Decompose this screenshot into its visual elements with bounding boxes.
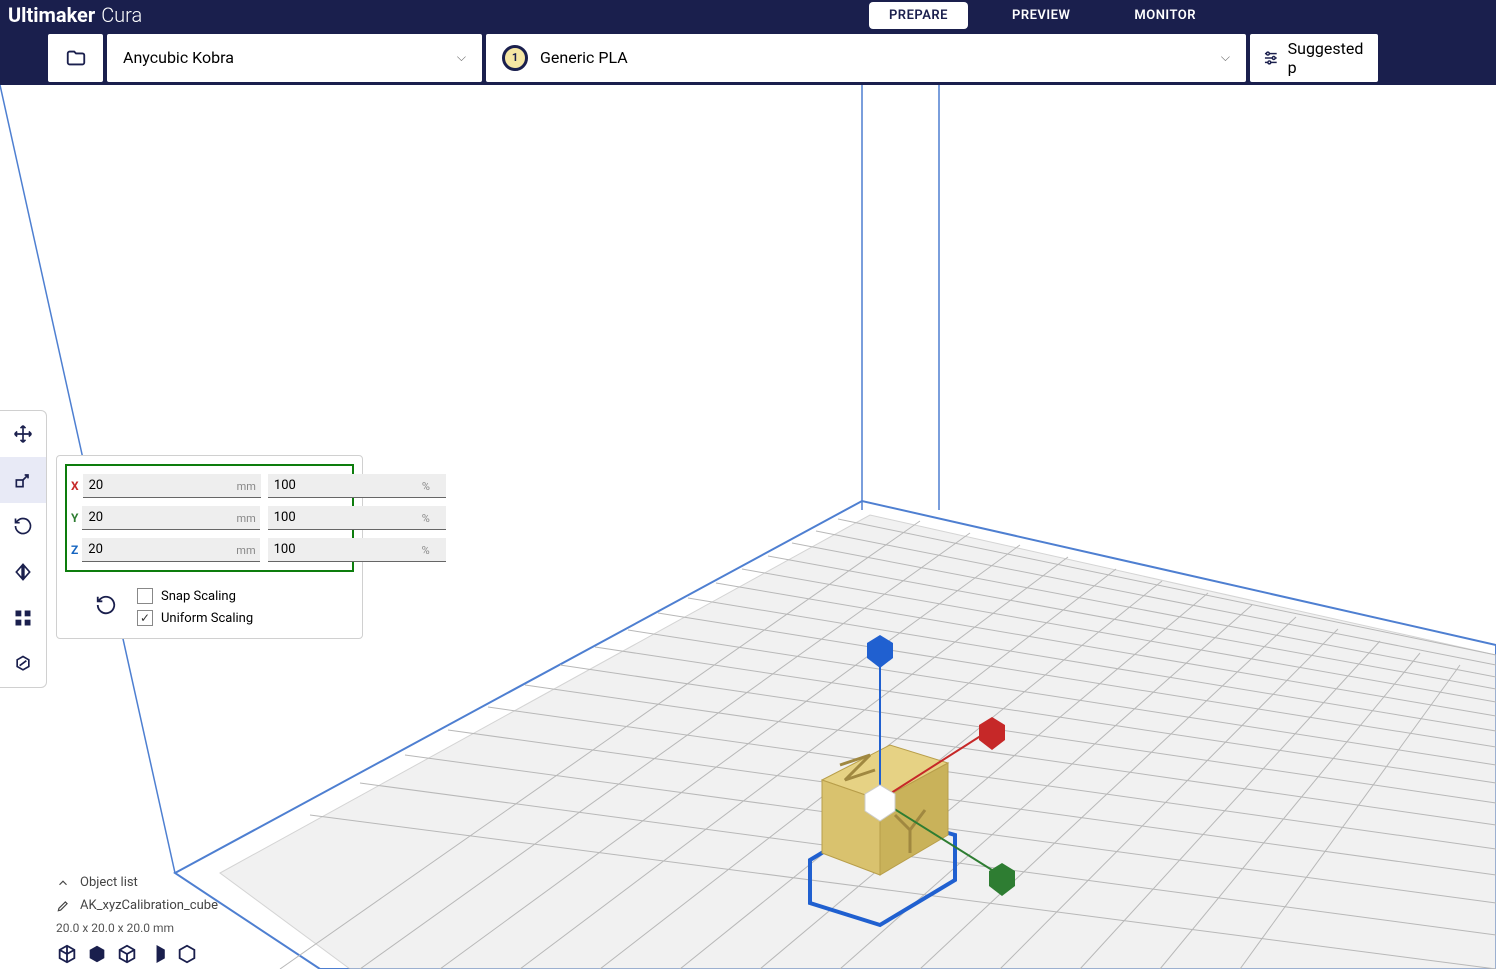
print-settings-dropdown[interactable]: Suggested p	[1250, 34, 1378, 82]
folder-icon	[65, 47, 87, 69]
object-dimensions: 20.0 x 20.0 x 20.0 mm	[56, 917, 218, 939]
viewport-3d[interactable]: X mm % Y mm % Z mm %	[0, 85, 1496, 969]
uniform-scaling-label: Uniform Scaling	[161, 611, 253, 626]
unit-mm: mm	[237, 480, 256, 493]
view-cube-4-icon[interactable]	[146, 943, 168, 965]
scale-z-mm-input[interactable]	[82, 538, 260, 562]
sliders-icon	[1262, 48, 1280, 68]
tab-prepare[interactable]: PREPARE	[869, 2, 968, 29]
transform-toolbar	[0, 410, 47, 688]
uniform-scaling-checkbox[interactable]	[137, 610, 153, 626]
scale-panel: X mm % Y mm % Z mm %	[56, 455, 363, 639]
view-cube-3-icon[interactable]	[116, 943, 138, 965]
snap-scaling-checkbox[interactable]	[137, 588, 153, 604]
uniform-scaling-option[interactable]: Uniform Scaling	[137, 610, 253, 626]
main-toolbar: Anycubic Kobra ⌵ 1 Generic PLA ⌵ Suggest…	[0, 30, 1496, 85]
unit-pct: %	[422, 480, 430, 493]
object-list-item[interactable]: AK_xyzCalibration_cube	[56, 894, 218, 917]
scale-y-percent-input[interactable]	[268, 506, 446, 530]
move-tool[interactable]	[0, 411, 46, 457]
material-dropdown[interactable]: 1 Generic PLA ⌵	[486, 34, 1246, 82]
object-info-panel: Object list AK_xyzCalibration_cube 20.0 …	[56, 871, 218, 939]
object-name: AK_xyzCalibration_cube	[80, 898, 218, 913]
view-icons-row	[56, 943, 198, 965]
snap-scaling-option[interactable]: Snap Scaling	[137, 588, 253, 604]
build-plate-grid	[220, 515, 1496, 969]
printer-name: Anycubic Kobra	[123, 48, 234, 67]
stage-tabs: PREPARE PREVIEW MONITOR	[869, 2, 1216, 29]
scale-z-percent-input[interactable]	[268, 538, 446, 562]
profile-label: Suggested p	[1288, 39, 1366, 77]
product-name: Cura	[101, 3, 142, 27]
unit-mm: mm	[236, 544, 255, 557]
reset-icon	[95, 594, 117, 616]
object-list-toggle[interactable]: Object list	[56, 871, 218, 894]
open-file-button[interactable]	[48, 34, 103, 82]
scale-tool[interactable]	[0, 457, 46, 503]
chevron-down-icon: ⌵	[457, 50, 466, 65]
extruder-badge: 1	[502, 45, 528, 71]
tab-monitor[interactable]: MONITOR	[1114, 2, 1216, 29]
view-cube-2-icon[interactable]	[86, 943, 108, 965]
mirror-tool[interactable]	[0, 549, 46, 595]
support-blocker-tool[interactable]	[0, 641, 46, 687]
view-cube-5-icon[interactable]	[176, 943, 198, 965]
scale-inputs-group: X mm % Y mm % Z mm %	[65, 464, 354, 572]
scale-row-y: Y mm %	[71, 502, 348, 534]
pencil-icon	[56, 899, 70, 913]
scale-x-percent-input[interactable]	[268, 474, 446, 498]
unit-pct: %	[422, 512, 430, 525]
chevron-down-icon: ⌵	[1221, 50, 1230, 65]
view-cube-1-icon[interactable]	[56, 943, 78, 965]
scale-row-x: X mm %	[71, 470, 348, 502]
app-logo: Ultimaker Cura	[0, 3, 142, 27]
axis-x-label: X	[71, 479, 79, 493]
scale-x-mm-input[interactable]	[83, 474, 261, 498]
snap-scaling-label: Snap Scaling	[161, 589, 236, 604]
unit-mm: mm	[236, 512, 255, 525]
scale-options: Snap Scaling Uniform Scaling	[65, 580, 354, 630]
per-model-settings-tool[interactable]	[0, 595, 46, 641]
reset-scale-button[interactable]	[95, 594, 117, 620]
rotate-tool[interactable]	[0, 503, 46, 549]
unit-pct: %	[422, 544, 430, 557]
tab-preview[interactable]: PREVIEW	[992, 2, 1090, 29]
axis-z-label: Z	[71, 543, 78, 557]
app-header: Ultimaker Cura PREPARE PREVIEW MONITOR	[0, 0, 1496, 30]
scale-y-mm-input[interactable]	[82, 506, 260, 530]
material-name: Generic PLA	[540, 48, 628, 67]
printer-dropdown[interactable]: Anycubic Kobra ⌵	[107, 34, 482, 82]
chevron-up-icon	[56, 876, 70, 890]
brand-name: Ultimaker	[8, 3, 95, 27]
axis-y-label: Y	[71, 511, 78, 525]
object-list-label: Object list	[80, 875, 138, 890]
scale-row-z: Z mm %	[71, 534, 348, 566]
